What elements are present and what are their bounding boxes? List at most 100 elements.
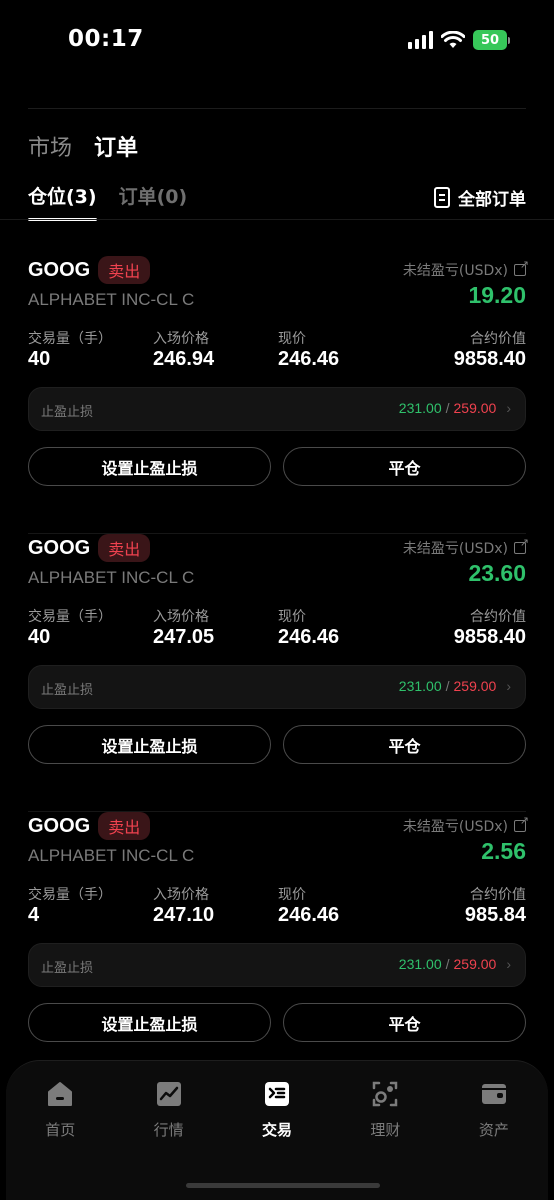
close-position-button[interactable]: 平仓 [283, 447, 526, 486]
tpsl-label: 止盈止损 [41, 961, 94, 976]
pnl-label: 未结盈亏(USDx) [402, 263, 508, 279]
entry-price-value: 246.94 [153, 348, 215, 370]
pnl-label: 未结盈亏(USDx) [402, 819, 508, 835]
position-symbol: GOOG [28, 258, 91, 281]
all-orders-button[interactable]: 全部订单 [434, 185, 526, 210]
take-profit-value: 231.00 [398, 956, 442, 972]
tab-market[interactable]: 市场 [28, 130, 72, 162]
subtab-divider [0, 219, 554, 220]
entry-price-label: 入场价格 [153, 887, 209, 903]
company-name: ALPHABET INC-CL C [28, 290, 195, 309]
wallet-icon [481, 1084, 506, 1104]
pnl-value: 23.60 [468, 560, 526, 586]
current-price-value: 246.46 [278, 626, 340, 648]
current-price-value: 246.46 [278, 348, 340, 370]
entry-price-label: 入场价格 [153, 609, 209, 625]
position-card: GOOG 卖出 ALPHABET INC-CL C 未结盈亏(USDx) 19.… [0, 256, 554, 534]
qty-value: 40 [28, 348, 51, 370]
position-symbol: GOOG [28, 814, 91, 837]
header-divider [28, 108, 526, 109]
chevron-right-icon: › [506, 678, 511, 694]
external-link-icon [514, 258, 529, 276]
status-time: 00:17 [68, 26, 144, 52]
set-tpsl-button[interactable]: 设置止盈止损 [28, 447, 271, 486]
contract-value: 9858.40 [453, 348, 526, 370]
set-tpsl-button[interactable]: 设置止盈止损 [28, 1003, 271, 1042]
tab-pending-orders[interactable]: 订单(0) [119, 182, 188, 221]
contract-value: 9858.40 [453, 626, 526, 648]
current-price-label: 现价 [278, 609, 306, 625]
cellular-signal-icon [408, 31, 433, 49]
take-profit-value: 231.00 [398, 400, 442, 416]
all-orders-label: 全部订单 [458, 190, 526, 210]
tab-positions[interactable]: 仓位(3) [28, 182, 97, 221]
contract-value-label: 合约价值 [470, 609, 526, 625]
position-symbol: GOOG [28, 536, 91, 559]
pnl-value: 2.56 [481, 838, 526, 864]
home-indicator [186, 1183, 380, 1188]
nav-assets[interactable]: 资产 [440, 1079, 548, 1140]
external-link-icon [514, 814, 529, 832]
chart-icon [156, 1082, 181, 1106]
side-badge: 卖出 [98, 534, 151, 562]
stop-loss-value: 259.00 [453, 678, 497, 694]
contract-value-label: 合约价值 [470, 887, 526, 903]
pnl-label: 未结盈亏(USDx) [402, 541, 508, 557]
qty-label: 交易量（手） [28, 887, 112, 903]
finance-icon [373, 1081, 398, 1107]
status-bar: 00:17 50 [0, 0, 554, 84]
take-profit-value: 231.00 [398, 678, 442, 694]
close-position-button[interactable]: 平仓 [283, 725, 526, 764]
pnl-label-link[interactable]: 未结盈亏(USDx) [402, 536, 529, 558]
entry-price-value: 247.10 [153, 904, 215, 926]
qty-label: 交易量（手） [28, 331, 112, 347]
chevron-right-icon: › [506, 400, 511, 416]
nav-trade[interactable]: 交易 [223, 1079, 331, 1140]
company-name: ALPHABET INC-CL C [28, 846, 195, 865]
tpsl-bar[interactable]: 止盈止损 231.00 / 259.00 › [28, 943, 526, 987]
contract-value-label: 合约价值 [470, 331, 526, 347]
trade-icon [265, 1082, 290, 1106]
battery-icon: 50 [473, 30, 510, 50]
company-name: ALPHABET INC-CL C [28, 568, 195, 587]
current-price-value: 246.46 [278, 904, 340, 926]
tpsl-bar[interactable]: 止盈止损 231.00 / 259.00 › [28, 387, 526, 431]
side-badge: 卖出 [98, 256, 151, 284]
position-card: GOOG 卖出 ALPHABET INC-CL C 未结盈亏(USDx) 2.5… [0, 812, 554, 1090]
current-price-label: 现价 [278, 331, 306, 347]
battery-level: 50 [473, 30, 507, 50]
nav-assets-label: 资产 [478, 1121, 509, 1139]
pnl-label-link[interactable]: 未结盈亏(USDx) [402, 814, 529, 836]
qty-label: 交易量（手） [28, 609, 112, 625]
close-position-button[interactable]: 平仓 [283, 1003, 526, 1042]
status-icons: 50 [408, 30, 510, 50]
nav-finance-label: 理财 [370, 1121, 401, 1139]
wifi-icon [441, 31, 465, 49]
tpsl-label: 止盈止损 [41, 683, 94, 698]
stop-loss-value: 259.00 [453, 400, 497, 416]
document-icon [434, 187, 450, 208]
nav-market[interactable]: 行情 [114, 1079, 222, 1140]
qty-value: 40 [28, 626, 51, 648]
pnl-value: 19.20 [468, 282, 526, 308]
contract-value: 985.84 [464, 904, 526, 926]
bottom-nav: 首页 行情 交易 理财 资产 [6, 1060, 548, 1200]
external-link-icon [514, 536, 529, 554]
tpsl-bar[interactable]: 止盈止损 231.00 / 259.00 › [28, 665, 526, 709]
tab-orders[interactable]: 订单 [94, 130, 138, 162]
chevron-right-icon: › [506, 956, 511, 972]
tpsl-label: 止盈止损 [41, 405, 94, 420]
nav-finance[interactable]: 理财 [331, 1079, 439, 1140]
nav-trade-label: 交易 [262, 1121, 293, 1139]
nav-home-label: 首页 [45, 1121, 76, 1139]
set-tpsl-button[interactable]: 设置止盈止损 [28, 725, 271, 764]
nav-home[interactable]: 首页 [6, 1079, 114, 1140]
qty-value: 4 [28, 904, 40, 926]
stop-loss-value: 259.00 [453, 956, 497, 972]
pnl-label-link[interactable]: 未结盈亏(USDx) [402, 258, 529, 280]
entry-price-value: 247.05 [153, 626, 215, 648]
sub-tabs: 仓位(3) 订单(0) [28, 182, 187, 221]
current-price-label: 现价 [278, 887, 306, 903]
home-icon [48, 1082, 73, 1106]
entry-price-label: 入场价格 [153, 331, 209, 347]
